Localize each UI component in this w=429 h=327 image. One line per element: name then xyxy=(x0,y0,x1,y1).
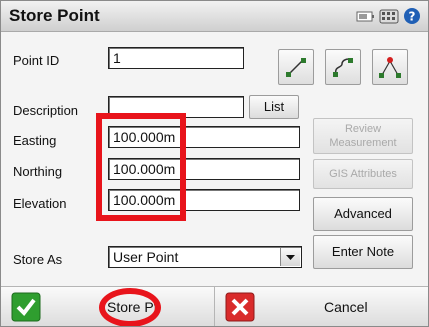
triangle-tool-button[interactable] xyxy=(372,49,408,85)
dropdown-arrow-button[interactable] xyxy=(280,248,300,266)
titlebar-icons: ? xyxy=(356,7,422,25)
review-measurement-label-line1: Review xyxy=(344,123,382,135)
store-as-select[interactable]: User Point xyxy=(108,246,302,268)
battery-icon[interactable] xyxy=(356,7,376,25)
line-icon xyxy=(286,58,306,77)
bottom-action-bar: Store Pt Cancel xyxy=(1,286,428,326)
easting-field[interactable]: 100.000m xyxy=(108,126,300,148)
description-field[interactable] xyxy=(108,96,244,118)
curve-tool-button[interactable] xyxy=(325,49,361,85)
point-id-field[interactable]: 1 xyxy=(108,47,244,69)
point-id-label: Point ID xyxy=(13,53,60,68)
elevation-field[interactable]: 100.000m xyxy=(108,189,300,211)
review-measurement-label-line2: Measurement xyxy=(329,137,397,149)
triangle-points-icon xyxy=(379,57,401,78)
easting-label: Easting xyxy=(13,133,57,148)
store-point-label: Store Pt xyxy=(107,299,158,315)
checkmark-icon xyxy=(11,292,41,322)
northing-field[interactable]: 100.000m xyxy=(108,158,300,180)
review-measurement-button[interactable]: Review Measurement xyxy=(313,118,413,154)
cancel-label: Cancel xyxy=(324,299,368,315)
description-label: Description xyxy=(13,103,79,118)
line-tool-button[interactable] xyxy=(278,49,314,85)
keyboard-icon[interactable] xyxy=(379,7,399,25)
elevation-label: Elevation xyxy=(13,196,67,211)
store-as-value: User Point xyxy=(113,249,179,265)
cancel-x-icon xyxy=(225,292,255,322)
svg-text:?: ? xyxy=(409,10,416,24)
title-bar: Store Point ? xyxy=(1,1,428,32)
northing-label: Northing xyxy=(13,164,63,179)
gis-attributes-button[interactable]: GIS Attributes xyxy=(313,159,413,189)
curve-icon xyxy=(333,58,353,77)
enter-note-button[interactable]: Enter Note xyxy=(313,235,413,269)
store-point-button[interactable]: Store Pt xyxy=(1,287,215,326)
store-point-window: Store Point ? Point ID 1 Description Lis… xyxy=(0,0,429,327)
store-as-label: Store As xyxy=(13,252,63,267)
help-icon[interactable]: ? xyxy=(402,7,422,25)
chevron-down-icon xyxy=(286,255,295,260)
window-title: Store Point xyxy=(9,6,100,25)
cancel-button[interactable]: Cancel xyxy=(215,287,428,326)
list-button[interactable]: List xyxy=(249,95,299,119)
advanced-button[interactable]: Advanced xyxy=(313,197,413,231)
